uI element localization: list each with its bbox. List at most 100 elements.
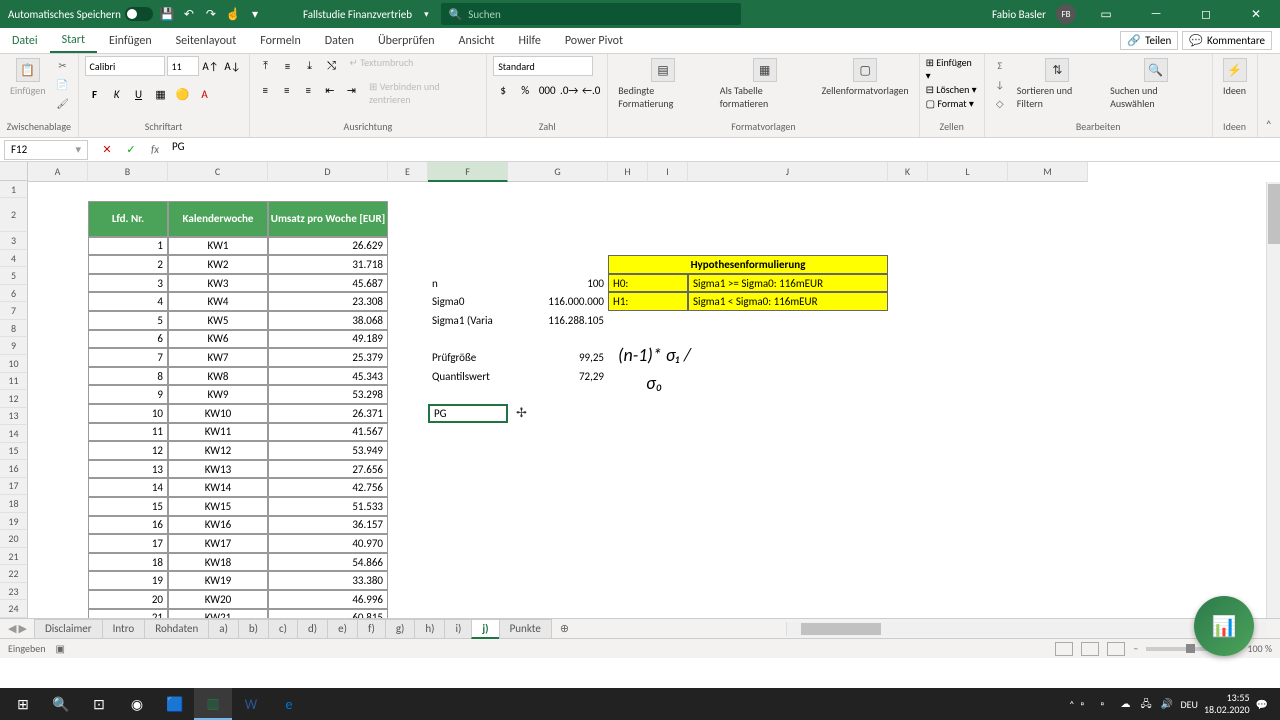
close-icon[interactable]: ✕ (1236, 0, 1276, 28)
cell[interactable]: 41.567 (268, 423, 388, 442)
cell[interactable]: KW3 (168, 274, 268, 293)
row-header[interactable]: 12 (0, 390, 28, 408)
onedrive-icon[interactable]: ☁ (1120, 697, 1134, 711)
col-header[interactable]: K (888, 162, 928, 182)
row-header[interactable]: 17 (0, 478, 28, 496)
save-icon[interactable]: 💾 (159, 6, 175, 22)
cell[interactable]: 8 (88, 367, 168, 386)
sheet-tab[interactable]: j) (471, 619, 499, 639)
sheet-tab[interactable]: c) (268, 619, 298, 639)
tab-file[interactable]: Datei (0, 28, 50, 53)
dec-decimal-icon[interactable]: ←.0 (581, 80, 601, 100)
row-header[interactable]: 18 (0, 495, 28, 513)
col-header[interactable]: J (688, 162, 888, 182)
col-header[interactable]: I (648, 162, 688, 182)
italic-button[interactable]: K (107, 84, 127, 104)
autosum-icon[interactable]: Σ (991, 56, 1009, 74)
conditional-format-button[interactable]: ▤Bedingte Formatierung (614, 56, 712, 112)
tray-up-icon[interactable]: ˄ (1069, 698, 1074, 711)
cell[interactable]: 100 (508, 274, 608, 293)
cell[interactable]: KW9 (168, 385, 268, 404)
cell[interactable]: KW20 (168, 590, 268, 609)
cell[interactable]: 116.000.000 (508, 292, 608, 311)
network-icon[interactable]: 🖧 (1140, 697, 1154, 711)
col-header[interactable]: E (388, 162, 428, 182)
user-name[interactable]: Fabio Basler (992, 8, 1046, 21)
cell[interactable]: 27.656 (268, 460, 388, 479)
cell[interactable]: KW16 (168, 516, 268, 535)
cell[interactable]: KW13 (168, 460, 268, 479)
sheet-tab[interactable]: f) (357, 619, 386, 639)
name-box[interactable]: F12▾ (4, 140, 88, 160)
comments-button[interactable]: 💬 Kommentare (1182, 31, 1272, 50)
merge-button[interactable]: ⊞ Verbinden und zentrieren (369, 80, 480, 106)
cell[interactable]: 54.866 (268, 553, 388, 572)
page-layout-view-icon[interactable] (1081, 642, 1099, 656)
cell[interactable]: 53.949 (268, 441, 388, 460)
clear-icon[interactable]: ◇ (991, 94, 1009, 112)
col-header[interactable]: G (508, 162, 608, 182)
font-name-select[interactable]: Calibri (85, 56, 165, 76)
cell[interactable]: 12 (88, 441, 168, 460)
format-table-button[interactable]: ▦Als Tabelle formatieren (716, 56, 814, 112)
row-header[interactable]: 24 (0, 600, 28, 618)
cell[interactable]: Sigma0 (428, 292, 508, 311)
format-painter-icon[interactable]: 🖌 (54, 94, 72, 112)
page-break-view-icon[interactable] (1107, 642, 1125, 656)
cell[interactable]: 40.970 (268, 534, 388, 553)
col-header[interactable]: H (608, 162, 648, 182)
cell[interactable]: 33.380 (268, 571, 388, 590)
sheet-tab[interactable]: e) (327, 619, 358, 639)
cell[interactable]: Prüfgröße (428, 348, 508, 367)
tab-view[interactable]: Ansicht (447, 28, 507, 53)
tab-pagelayout[interactable]: Seitenlayout (164, 28, 249, 53)
touch-icon[interactable]: ☝ (225, 6, 241, 22)
fill-color-icon[interactable]: 🟡 (173, 84, 193, 104)
row-header[interactable]: 6 (0, 285, 28, 303)
tab-nav-prev-icon[interactable]: ◀ (8, 622, 16, 635)
cell[interactable]: 26.629 (268, 237, 388, 256)
row-header[interactable]: 19 (0, 513, 28, 531)
col-header[interactable]: L (928, 162, 1008, 182)
cell[interactable]: KW10 (168, 404, 268, 423)
cell[interactable]: 17 (88, 534, 168, 553)
font-size-select[interactable]: 11 (167, 56, 199, 76)
cell[interactable]: 45.687 (268, 274, 388, 293)
tab-help[interactable]: Hilfe (507, 28, 553, 53)
search-box[interactable]: 🔍 Suchen (441, 3, 741, 25)
clock[interactable]: 13:55 18.02.2020 (1204, 692, 1250, 716)
row-header[interactable]: 4 (0, 250, 28, 268)
cell[interactable]: KW15 (168, 497, 268, 516)
cell[interactable]: Quantilswert (428, 367, 508, 386)
share-button[interactable]: 🔗 Teilen (1120, 31, 1178, 50)
cell[interactable]: 42.756 (268, 478, 388, 497)
tab-insert[interactable]: Einfügen (97, 28, 164, 53)
row-header[interactable]: 3 (0, 232, 28, 250)
row-header[interactable]: 8 (0, 320, 28, 338)
cell[interactable]: 26.371 (268, 404, 388, 423)
active-cell[interactable]: PG (428, 404, 508, 423)
percent-icon[interactable]: % (515, 80, 535, 100)
maximize-icon[interactable]: ◻ (1186, 0, 1226, 28)
tab-start[interactable]: Start (50, 28, 97, 53)
format-cells-button[interactable]: ▢ Format ▾ (926, 97, 974, 110)
row-header[interactable]: 9 (0, 337, 28, 355)
cell[interactable]: KW8 (168, 367, 268, 386)
find-select-button[interactable]: 🔍Suchen und Auswählen (1106, 56, 1205, 112)
col-header[interactable]: C (168, 162, 268, 182)
cell[interactable]: 1 (88, 237, 168, 256)
comma-icon[interactable]: 000 (537, 80, 557, 100)
row-header[interactable]: 10 (0, 355, 28, 373)
formula-input[interactable]: PG (166, 140, 1280, 160)
paste-button[interactable]: 📋Einfügen (6, 56, 50, 99)
cell[interactable]: KW2 (168, 255, 268, 274)
align-top-icon[interactable]: ⤒ (256, 56, 276, 76)
cell[interactable]: 16 (88, 516, 168, 535)
row-header[interactable]: 2 (0, 198, 28, 232)
row-header[interactable]: 16 (0, 460, 28, 478)
border-icon[interactable]: ▦ (151, 84, 171, 104)
cell[interactable]: 18 (88, 553, 168, 572)
align-right-icon[interactable]: ≡ (299, 80, 319, 100)
word-task-icon[interactable]: W (232, 688, 270, 720)
cell[interactable]: Sigma1 (Varia (428, 311, 508, 330)
